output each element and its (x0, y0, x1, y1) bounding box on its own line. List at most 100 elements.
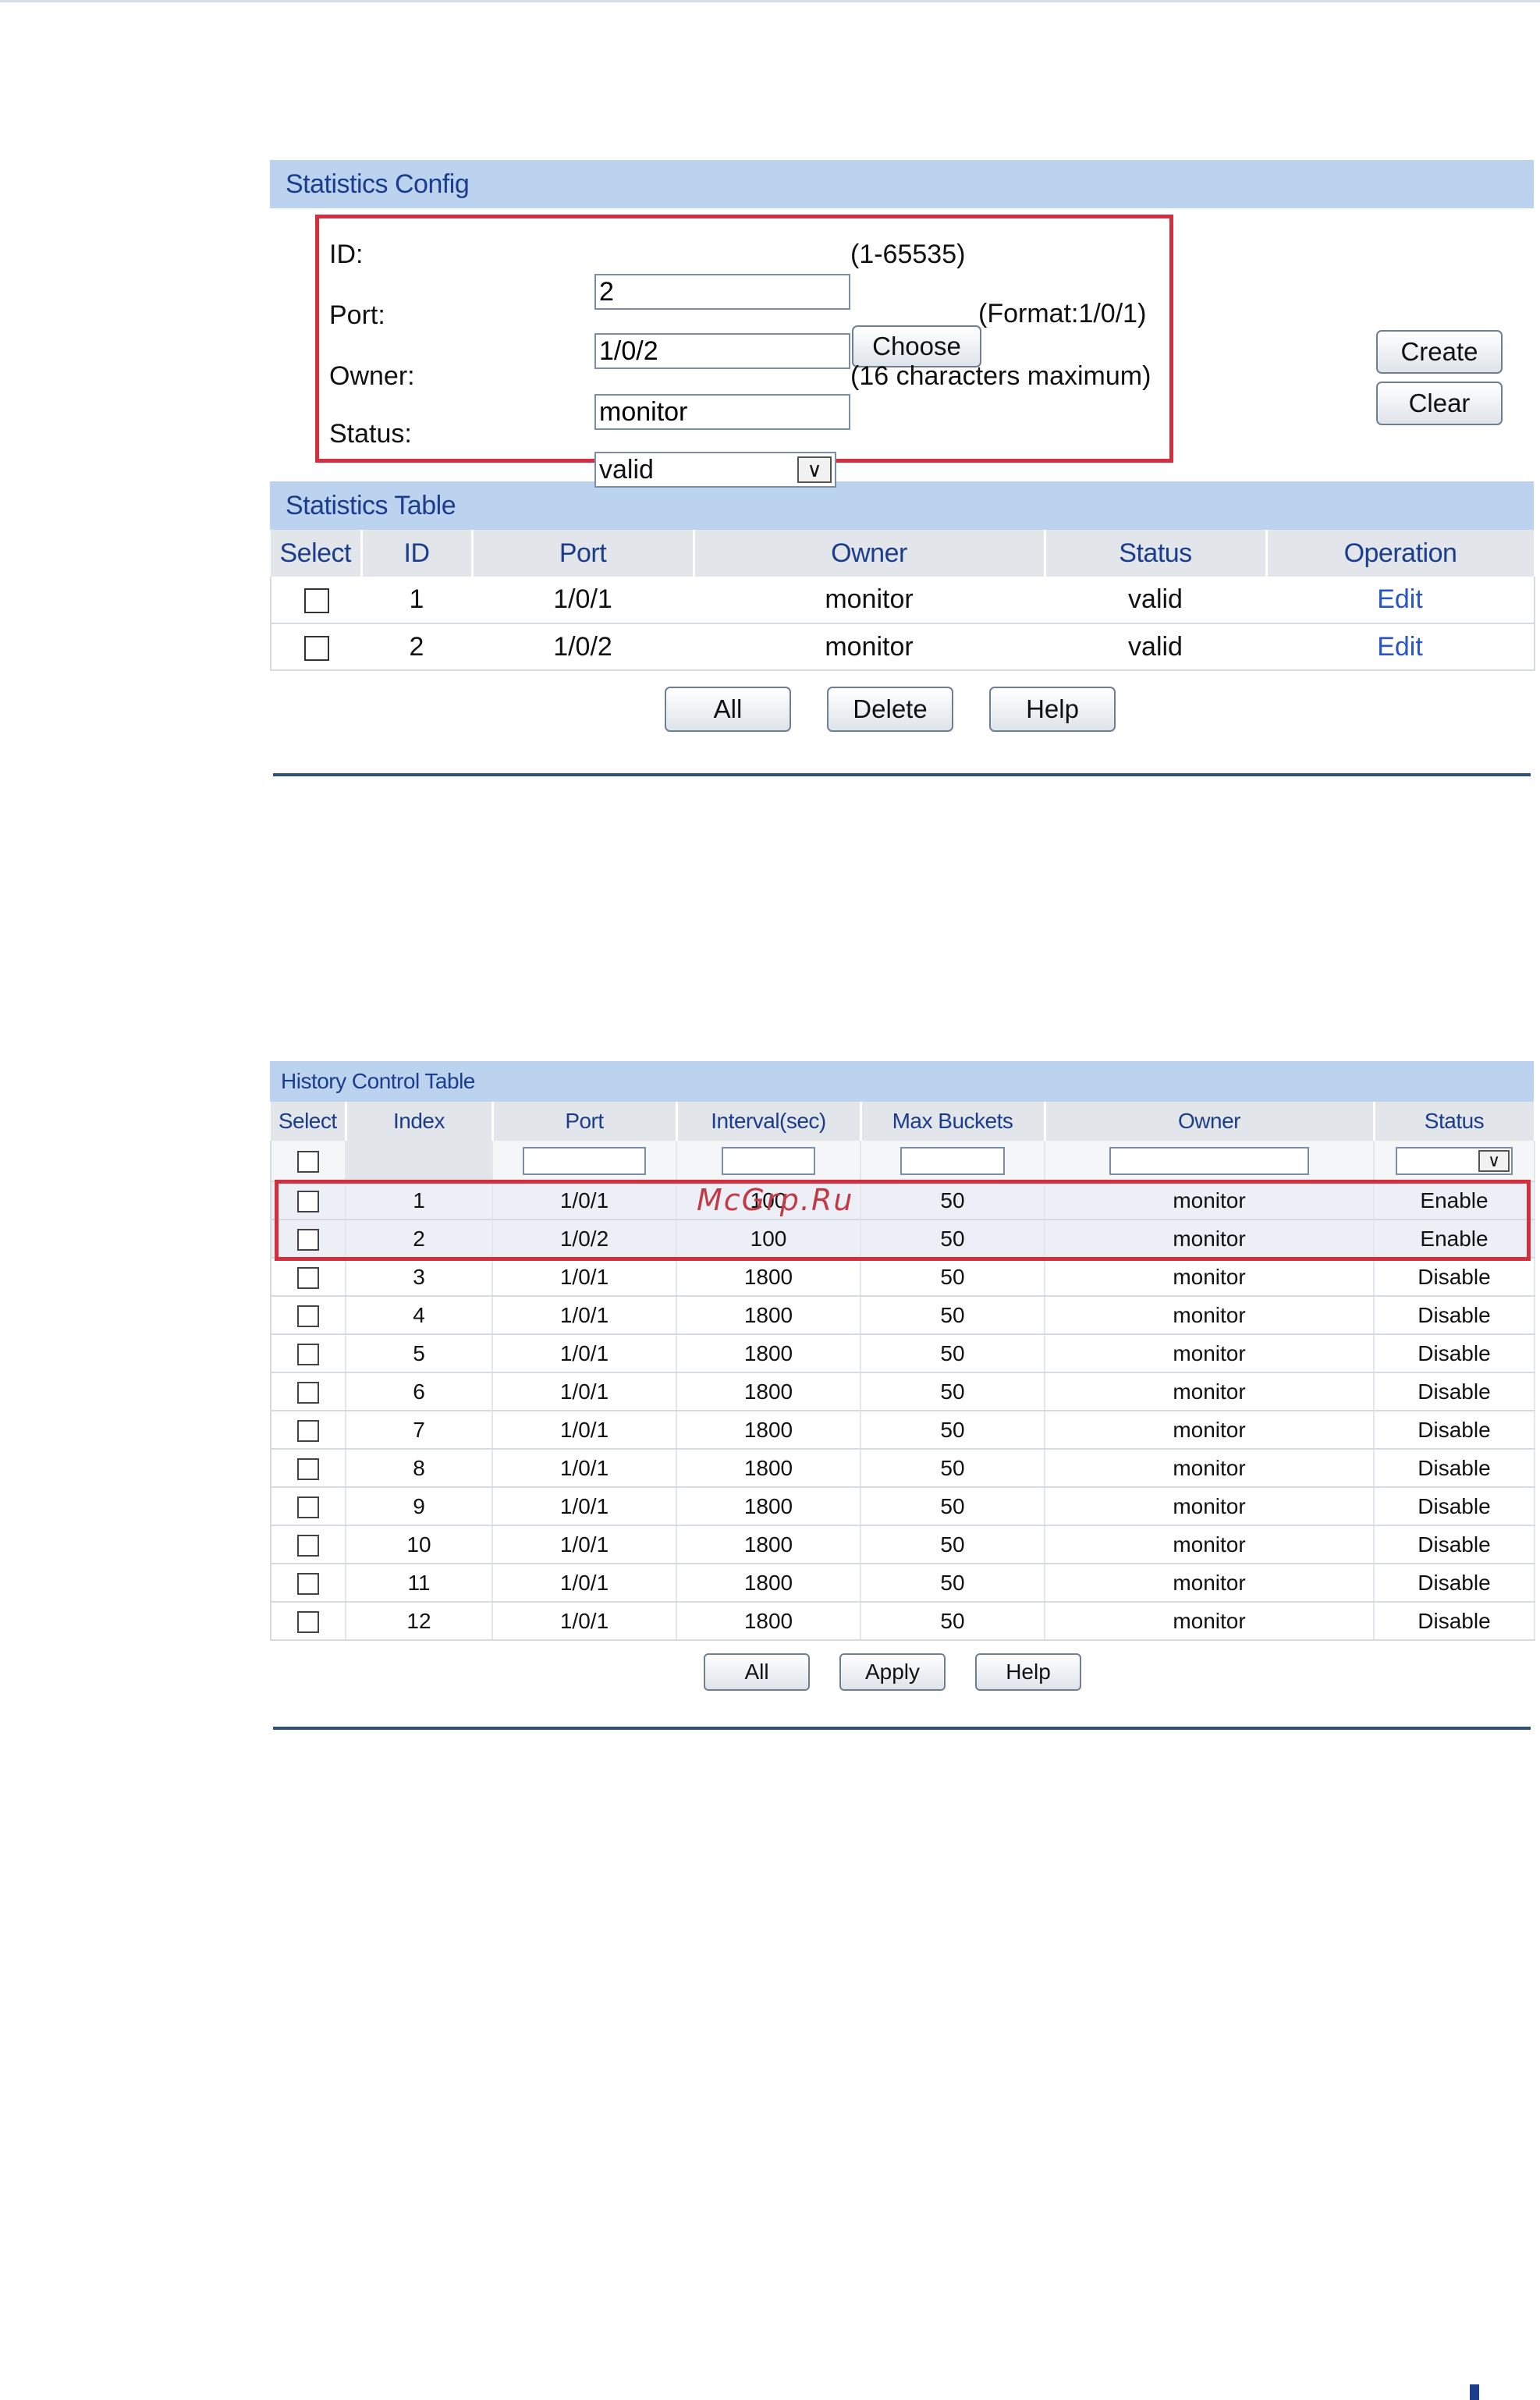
row-port: 1/0/1 (492, 1334, 677, 1373)
row-checkbox[interactable] (297, 1420, 319, 1443)
row-checkbox[interactable] (303, 635, 329, 661)
owner-filter-input[interactable] (1109, 1146, 1309, 1175)
row-owner: monitor (1045, 1525, 1375, 1564)
row-port: 1/0/1 (492, 1487, 677, 1526)
table-row: 8 1/0/1 1800 50 monitor Disable (270, 1449, 1535, 1488)
row-checkbox[interactable] (297, 1267, 319, 1290)
id-input[interactable] (594, 274, 850, 310)
row-interval: 1800 (676, 1258, 861, 1297)
chevron-down-icon[interactable]: ∨ (1478, 1149, 1510, 1172)
column-header: Index (346, 1102, 494, 1141)
table-row: 2 1/0/2 monitor valid Edit (270, 623, 1535, 671)
statistics-table: Select ID Port Owner Status Operation 1 … (270, 530, 1536, 671)
row-owner: monitor (1045, 1602, 1375, 1641)
row-port: 1/0/1 (492, 1411, 677, 1450)
row-checkbox[interactable] (297, 1344, 319, 1366)
row-interval: 1800 (676, 1564, 861, 1603)
row-status: Disable (1374, 1564, 1535, 1603)
max-buckets-filter-input[interactable] (900, 1146, 1005, 1175)
row-owner: monitor (1045, 1411, 1375, 1450)
statistics-panel: Statistics Config ID: (1-65535) Port: Ch… (270, 160, 1536, 741)
row-max-buckets: 50 (860, 1487, 1045, 1526)
status-select[interactable]: valid ∨ (594, 452, 836, 488)
row-interval: 1800 (676, 1487, 861, 1526)
history-table-header: Select Index Port Interval(sec) Max Buck… (271, 1102, 1536, 1141)
table-row: 12 1/0/1 1800 50 monitor Disable (270, 1602, 1535, 1641)
filter-blank (346, 1141, 493, 1182)
history-table-actions: All Apply Help (270, 1641, 1534, 1703)
row-interval: 1800 (676, 1449, 861, 1488)
row-status: Disable (1374, 1296, 1535, 1335)
delete-button[interactable]: Delete (827, 687, 953, 732)
row-checkbox[interactable] (297, 1535, 319, 1557)
top-rule (0, 0, 1540, 2)
row-checkbox[interactable] (297, 1305, 319, 1328)
chevron-down-icon[interactable]: ∨ (797, 456, 832, 483)
row-id: 2 (361, 623, 472, 671)
help-button[interactable]: Help (989, 687, 1116, 732)
table-row: 10 1/0/1 1800 50 monitor Disable (270, 1525, 1535, 1564)
port-filter-input[interactable] (523, 1146, 646, 1175)
row-owner: monitor (1045, 1564, 1375, 1603)
table-row: 5 1/0/1 1800 50 monitor Disable (270, 1334, 1535, 1373)
history-control-title: History Control Table (270, 1061, 1534, 1102)
help-button[interactable]: Help (975, 1653, 1081, 1691)
row-port: 1/0/1 (472, 577, 694, 624)
select-all-checkbox[interactable] (297, 1151, 319, 1173)
row-checkbox[interactable] (297, 1611, 319, 1634)
table-row: 3 1/0/1 1800 50 monitor Disable (270, 1258, 1535, 1297)
row-owner: monitor (1045, 1334, 1375, 1373)
row-checkbox[interactable] (297, 1496, 319, 1519)
row-max-buckets: 50 (860, 1296, 1045, 1335)
column-header: Port (492, 1102, 678, 1141)
status-label: Status: (329, 419, 412, 449)
row-owner: monitor (1045, 1372, 1375, 1411)
edit-link[interactable]: Edit (1377, 632, 1423, 662)
row-owner: monitor (694, 577, 1045, 624)
status-filter-select[interactable]: ∨ (1396, 1146, 1513, 1175)
table-row: 1 1/0/1 monitor valid Edit (270, 577, 1535, 624)
apply-button[interactable]: Apply (839, 1653, 946, 1691)
statistics-table-title: Statistics Table (270, 481, 1534, 530)
row-index: 10 (346, 1525, 493, 1564)
row-status: valid (1045, 577, 1266, 624)
clear-button[interactable]: Clear (1376, 382, 1503, 425)
row-max-buckets: 50 (860, 1449, 1045, 1488)
column-header: Select (271, 1102, 347, 1141)
row-index: 12 (346, 1602, 493, 1641)
owner-input[interactable] (594, 394, 850, 430)
table-row: 11 1/0/1 1800 50 monitor Disable (270, 1564, 1535, 1603)
filter-row: ∨ (270, 1141, 1535, 1182)
row-checkbox[interactable] (303, 588, 329, 614)
all-button[interactable]: All (665, 687, 791, 732)
row-status: Disable (1374, 1411, 1535, 1450)
create-button[interactable]: Create (1376, 330, 1503, 374)
row-owner: monitor (694, 623, 1045, 671)
row-checkbox[interactable] (297, 1382, 319, 1404)
port-input[interactable] (594, 333, 850, 369)
interval-filter-input[interactable] (722, 1146, 815, 1175)
history-control-panel: History Control Table Select Index Port … (270, 1061, 1536, 1703)
row-checkbox[interactable] (297, 1458, 319, 1481)
row-index: 9 (346, 1487, 493, 1526)
highlight-box (275, 1180, 1531, 1261)
statistics-table-header: Select ID Port Owner Status Operation (271, 530, 1536, 577)
edit-link[interactable]: Edit (1377, 584, 1423, 614)
row-port: 1/0/1 (492, 1296, 677, 1335)
row-index: 8 (346, 1449, 493, 1488)
row-interval: 1800 (676, 1296, 861, 1335)
row-interval: 1800 (676, 1334, 861, 1373)
all-button[interactable]: All (704, 1653, 810, 1691)
row-interval: 1800 (676, 1411, 861, 1450)
status-select-value: valid (599, 455, 654, 485)
owner-hint: (16 characters maximum) (850, 361, 1151, 391)
row-port: 1/0/1 (492, 1258, 677, 1297)
row-index: 4 (346, 1296, 493, 1335)
table-row: 9 1/0/1 1800 50 monitor Disable (270, 1487, 1535, 1526)
row-max-buckets: 50 (860, 1564, 1045, 1603)
row-id: 1 (361, 577, 472, 624)
table-row: 4 1/0/1 1800 50 monitor Disable (270, 1296, 1535, 1335)
row-interval: 1800 (676, 1372, 861, 1411)
row-checkbox[interactable] (297, 1573, 319, 1596)
table-row: 6 1/0/1 1800 50 monitor Disable (270, 1372, 1535, 1411)
